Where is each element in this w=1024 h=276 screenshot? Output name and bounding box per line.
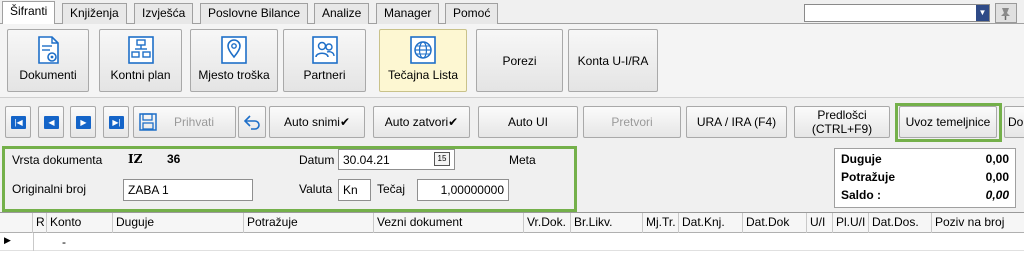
column-header[interactable]: Dat.Knj. <box>679 213 743 233</box>
konta-ui-ira-label: Konta U-I/RA <box>577 54 649 68</box>
column-header[interactable]: Vr.Dok. <box>524 213 571 233</box>
tecajna-lista-button[interactable]: Tečajna Lista <box>379 29 467 92</box>
stavke-grid[interactable]: R Konto Duguje Potražuje Vezni dokument … <box>0 212 1024 276</box>
potrazuje-value: 0,00 <box>985 170 1009 184</box>
potrazuje-label: Potražuje <box>841 170 896 184</box>
previous-icon: ◀ <box>44 116 59 129</box>
predlosci-label-line1: Predlošci <box>817 108 867 122</box>
column-header[interactable]: Vezni dokument <box>374 213 524 233</box>
mjesto-troska-button[interactable]: Mjesto troška <box>190 29 278 92</box>
pin-icon[interactable] <box>995 3 1017 23</box>
row-pointer-icon: ▶ <box>4 235 11 245</box>
column-header[interactable]: Poziv na broj <box>932 213 1024 233</box>
kontni-plan-button[interactable]: Kontni plan <box>99 29 182 92</box>
tab-knjizenja[interactable]: Knjiženja <box>62 3 127 24</box>
undo-arrow-icon <box>242 112 262 143</box>
next-icon: ▶ <box>76 116 91 129</box>
tab-izvjesca[interactable]: Izvješća <box>134 3 194 24</box>
tab-analize[interactable]: Analize <box>314 3 370 24</box>
porezi-label: Porezi <box>502 54 537 68</box>
next-record-button[interactable]: ▶ <box>70 106 96 138</box>
highlight-frame <box>895 103 1002 142</box>
column-header[interactable]: Dat.Dos. <box>869 213 932 233</box>
saldo-panel: Duguje 0,00 Potražuje 0,00 Saldo : 0,00 <box>834 148 1016 208</box>
search-input[interactable] <box>804 4 990 22</box>
skip-first-icon: |◀ <box>11 116 26 129</box>
column-header[interactable]: R <box>33 213 47 233</box>
column-header[interactable]: U/I <box>807 213 833 233</box>
skip-last-icon: ▶| <box>109 116 124 129</box>
saldo-value: 0,00 <box>985 188 1009 202</box>
prihvati-button[interactable]: Prihvati <box>133 106 236 138</box>
ura-ira-button[interactable]: URA / IRA (F4) <box>686 106 787 138</box>
konta-ui-ira-button[interactable]: Konta U-I/RA <box>568 29 658 92</box>
column-header[interactable]: Br.Likv. <box>571 213 643 233</box>
column-header[interactable]: Dat.Dok <box>743 213 807 233</box>
ribbon: Dokumenti Kontni plan Mjesto troška Part… <box>0 24 1024 98</box>
record-toolbar: |◀ ◀ ▶ ▶| Prihvati Auto snimi✔ Auto zatv… <box>0 98 1024 146</box>
map-pin-icon <box>219 35 249 65</box>
overflow-button[interactable]: Do <box>1004 106 1024 138</box>
tab-pomoc[interactable]: Pomoć <box>445 3 499 24</box>
predlosci-label-line2: (CTRL+F9) <box>811 122 873 136</box>
users-icon <box>310 35 340 65</box>
dokumenti-label: Dokumenti <box>19 68 77 82</box>
grid-header: R Konto Duguje Potražuje Vezni dokument … <box>0 213 1024 233</box>
tecajna-lista-label: Tečajna Lista <box>387 68 459 82</box>
grid-corner <box>0 213 33 233</box>
document-gear-icon <box>33 35 63 65</box>
column-header[interactable]: Duguje <box>113 213 244 233</box>
column-header[interactable]: Konto <box>47 213 113 233</box>
column-header[interactable]: Potražuje <box>244 213 374 233</box>
prev-record-button[interactable]: ◀ <box>38 106 64 138</box>
duguje-value: 0,00 <box>985 152 1009 166</box>
pretvori-button[interactable]: Pretvori <box>583 106 681 138</box>
kontni-plan-label: Kontni plan <box>110 68 171 82</box>
mjesto-troska-label: Mjesto troška <box>198 68 270 82</box>
org-chart-icon <box>126 35 156 65</box>
auto-zatvori-toggle[interactable]: Auto zatvori✔ <box>373 106 470 138</box>
dokumenti-button[interactable]: Dokumenti <box>7 29 89 92</box>
last-record-button[interactable]: ▶| <box>103 106 129 138</box>
porezi-button[interactable]: Porezi <box>476 29 563 92</box>
partneri-label: Partneri <box>303 68 346 82</box>
table-row[interactable]: ▶ - <box>0 233 1024 251</box>
row-konto-cell[interactable]: - <box>62 235 66 249</box>
column-header[interactable]: Mj.Tr. <box>643 213 679 233</box>
first-record-button[interactable]: |◀ <box>5 106 31 138</box>
column-header[interactable]: Pl.U/I <box>833 213 869 233</box>
chevron-down-icon[interactable]: ▼ <box>976 5 989 21</box>
auto-ui-button[interactable]: Auto UI <box>478 106 578 138</box>
prihvati-label: Prihvati <box>174 115 215 129</box>
predlosci-button[interactable]: Predlošci (CTRL+F9) <box>794 106 890 138</box>
saldo-label: Saldo : <box>841 188 882 202</box>
tab-sifranti[interactable]: Šifranti <box>2 1 56 25</box>
row-divider <box>33 233 34 251</box>
auto-snimi-toggle[interactable]: Auto snimi✔ <box>269 106 365 138</box>
save-icon <box>138 112 158 143</box>
header-highlight-frame <box>2 146 577 212</box>
tab-manager[interactable]: Manager <box>376 3 440 24</box>
globe-currency-icon <box>408 35 438 65</box>
tab-poslovne-bilance[interactable]: Poslovne Bilance <box>200 3 309 24</box>
duguje-label: Duguje <box>841 152 882 166</box>
undo-button[interactable] <box>238 106 266 138</box>
main-tab-bar: Šifranti Knjiženja Izvješća Poslovne Bil… <box>0 0 1024 25</box>
partneri-button[interactable]: Partneri <box>283 29 366 92</box>
